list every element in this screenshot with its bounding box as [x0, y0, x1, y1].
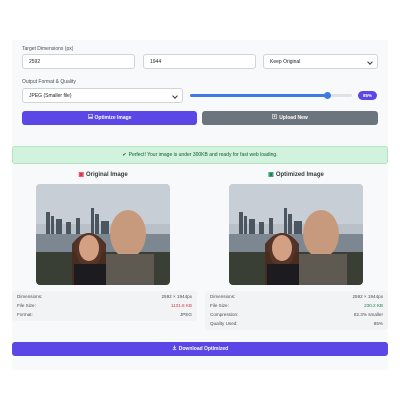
success-alert: ✔ Perfect! Your image is under 300KB and … [12, 146, 388, 164]
optimized-title: Optimized Image [275, 172, 324, 178]
upload-new-button[interactable]: Upload New [202, 111, 378, 125]
info-row: Dimensions: 2592 × 1944px [210, 294, 383, 299]
quality-slider[interactable] [190, 92, 352, 99]
info-row: File Size: 1131.8 KB [17, 303, 192, 308]
chevron-down-icon [367, 59, 373, 65]
dimensions-label: Target Dimensions (px) [22, 46, 74, 52]
alert-message: Perfect! Your image is under 300KB and r… [128, 152, 278, 158]
width-value: 2592 [29, 59, 41, 65]
aspect-select-value: Keep Original [270, 59, 301, 65]
image-icon: ▣ [78, 172, 84, 178]
optimize-button[interactable]: Optimize Image [22, 111, 197, 125]
info-row: File Size: 230.2 KB [210, 303, 383, 308]
check-icon: ✔ [122, 152, 127, 158]
download-button[interactable]: Download Optimized [12, 342, 388, 356]
upload-icon [272, 111, 278, 125]
info-row: Format: JPEG [17, 312, 192, 317]
width-input[interactable]: 2592 [22, 54, 135, 69]
height-input[interactable]: 1944 [143, 54, 256, 69]
quality-slider-fill [190, 94, 328, 97]
chevron-down-icon [172, 93, 178, 99]
info-row: Dimensions: 2592 × 1944px [17, 294, 192, 299]
info-row: Quality Used: 85% [210, 321, 383, 326]
image-icon [87, 111, 93, 125]
download-icon [172, 342, 177, 356]
optimize-label: Optimize Image [94, 115, 132, 121]
download-label: Download Optimized [178, 346, 229, 352]
format-select[interactable]: JPEG (Smaller file) [22, 88, 183, 103]
original-title: Original Image [85, 172, 128, 178]
image-icon: ▣ [268, 172, 274, 178]
format-select-value: JPEG (Smaller file) [29, 93, 72, 99]
aspect-select[interactable]: Keep Original [263, 54, 378, 69]
quality-badge: 85% [358, 91, 377, 100]
original-image [36, 184, 170, 285]
original-heading: ▣ Original Image [36, 171, 170, 178]
optimized-image [229, 184, 363, 285]
optimized-heading: ▣ Optimized Image [229, 171, 363, 178]
height-value: 1944 [150, 59, 162, 65]
optimized-info: Dimensions: 2592 × 1944px File Size: 230.2… [205, 291, 388, 330]
upload-new-label: Upload New [279, 115, 308, 121]
original-info: Dimensions: 2592 × 1944px File Size: 1131.… [12, 291, 197, 321]
info-row: Compression: 82.3% smaller [210, 312, 383, 317]
format-label: Output Format & Quality [22, 79, 76, 85]
